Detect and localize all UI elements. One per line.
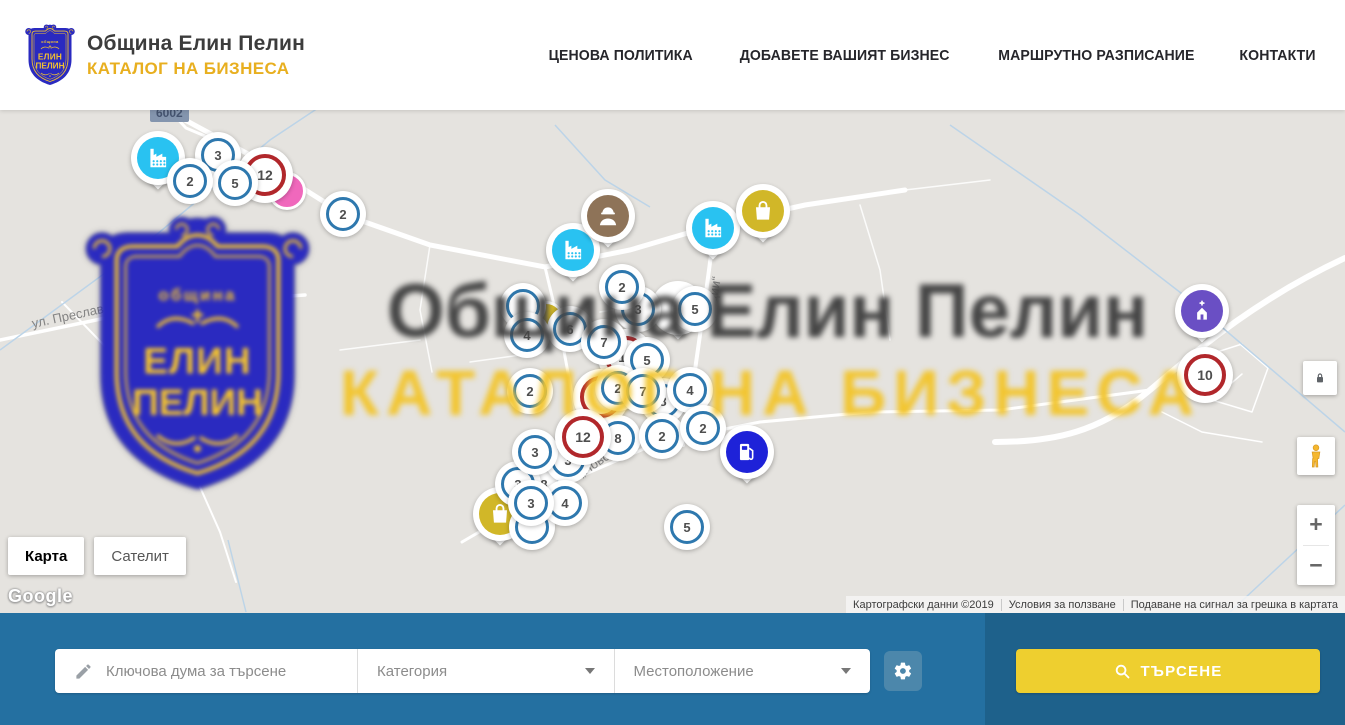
gear-icon: [893, 661, 913, 681]
location-select-value: Местоположение: [634, 663, 754, 680]
attribution-link[interactable]: Подаване на сигнал за грешка в картата: [1123, 599, 1345, 611]
cluster-count: 5: [678, 292, 712, 326]
nav-item-3[interactable]: МАРШРУТНО РАЗПИСАНИЕ: [999, 47, 1195, 64]
pegman-icon: [1305, 443, 1327, 469]
cluster-count: 3: [518, 435, 552, 469]
category-select[interactable]: Категория: [357, 649, 614, 693]
lock-button[interactable]: [1303, 361, 1337, 395]
worker-icon: [587, 195, 629, 237]
municipality-crest-icon: община ЕЛИН ПЕЛИН: [25, 24, 75, 87]
search-group: Категория Местоположение: [55, 649, 870, 693]
location-select[interactable]: Местоположение: [614, 649, 871, 693]
map-canvas[interactable]: 6002 ул. Преславбул. „Новоселции“ 833343…: [0, 110, 1345, 613]
chevron-down-icon: [841, 668, 851, 674]
site-subtitle: КАТАЛОГ НА БИЗНЕСА: [87, 59, 305, 79]
site-title-block: Община Елин Пелин КАТАЛОГ НА БИЗНЕСА: [87, 32, 305, 79]
zoom-out-button[interactable]: −: [1297, 546, 1335, 586]
cluster-count: 7: [626, 374, 660, 408]
cluster-marker[interactable]: 2: [639, 413, 685, 459]
map-attribution: Картографски данни ©2019Условия за ползв…: [846, 596, 1345, 613]
site-title: Община Елин Пелин: [87, 32, 305, 56]
svg-text:община: община: [41, 40, 59, 44]
keyword-field-wrap: [55, 649, 357, 693]
cluster-marker[interactable]: 10: [1177, 347, 1233, 403]
cluster-marker[interactable]: 7: [581, 319, 627, 365]
keyword-search-input[interactable]: [106, 663, 345, 680]
cluster-marker[interactable]: 2: [167, 158, 213, 204]
search-icon: [1114, 663, 1131, 680]
cluster-count: 5: [218, 166, 252, 200]
map-type-button-satellite[interactable]: Сателит: [94, 537, 186, 575]
header: община ЕЛИН ПЕЛИН Община Елин Пелин КАТА…: [0, 0, 1345, 110]
main-nav: ЦЕНОВА ПОЛИТИКА ДОБАВЕТЕ ВАШИЯТ БИЗНЕС МАР…: [544, 47, 1320, 64]
marker-pin-church[interactable]: [1175, 284, 1229, 338]
cluster-count: 12: [562, 416, 604, 458]
cluster-count: 2: [513, 374, 547, 408]
attribution-link[interactable]: Условия за ползване: [1001, 599, 1123, 611]
marker-pin-fuel[interactable]: [720, 425, 774, 479]
marker-pin-bag[interactable]: [736, 184, 790, 238]
shopping-bag-icon: [742, 190, 784, 232]
church-icon: [1181, 290, 1223, 332]
cluster-count: 5: [670, 510, 704, 544]
fuel-pump-icon: [726, 431, 768, 473]
marker-pin-factory[interactable]: [686, 201, 740, 255]
cluster-count: 10: [1184, 354, 1226, 396]
attribution-text: Картографски данни ©2019: [846, 599, 1001, 611]
cluster-count: 2: [326, 197, 360, 231]
cluster-marker[interactable]: 5: [664, 504, 710, 550]
cluster-marker[interactable]: 5: [672, 286, 718, 332]
markers-layer: 8333436432513752874281222531252210: [0, 110, 1345, 613]
chevron-down-icon: [585, 668, 595, 674]
search-button-label: ТЪРСЕНЕ: [1141, 663, 1223, 680]
nav-item-1[interactable]: ЦЕНОВА ПОЛИТИКА: [548, 47, 692, 64]
cluster-count: 3: [514, 486, 548, 520]
map-type-control: Карта Сателит: [8, 537, 186, 575]
factory-icon: [692, 207, 734, 249]
cluster-marker[interactable]: 2: [507, 368, 553, 414]
google-logo[interactable]: Google: [8, 586, 73, 607]
cluster-marker[interactable]: 7: [620, 368, 666, 414]
cluster-marker[interactable]: 12: [555, 409, 611, 465]
marker-pin-worker[interactable]: [581, 189, 635, 243]
svg-text:ЕЛИН: ЕЛИН: [38, 52, 62, 61]
cluster-marker[interactable]: 2: [680, 405, 726, 451]
cluster-count: 2: [686, 411, 720, 445]
cluster-marker[interactable]: 5: [212, 160, 258, 206]
zoom-in-button[interactable]: +: [1297, 505, 1335, 545]
cluster-count: 2: [605, 270, 639, 304]
lock-icon: [1312, 370, 1328, 386]
search-bar: Категория Местоположение ТЪРСЕНЕ: [0, 613, 1345, 725]
cluster-marker[interactable]: 2: [320, 191, 366, 237]
cluster-count: 2: [645, 419, 679, 453]
nav-item-4[interactable]: КОНТАКТИ: [1239, 47, 1315, 64]
svg-text:ПЕЛИН: ПЕЛИН: [35, 61, 64, 70]
pencil-icon: [74, 662, 93, 681]
cluster-marker[interactable]: 3: [512, 429, 558, 475]
cluster-count: 4: [510, 318, 544, 352]
cluster-marker[interactable]: 4: [504, 312, 550, 358]
site-logo[interactable]: община ЕЛИН ПЕЛИН: [25, 24, 75, 87]
cluster-marker[interactable]: 2: [599, 264, 645, 310]
zoom-control: + −: [1297, 505, 1335, 585]
cluster-marker[interactable]: 3: [508, 480, 554, 526]
search-button[interactable]: ТЪРСЕНЕ: [1016, 649, 1320, 693]
cluster-count: 4: [673, 373, 707, 407]
cluster-count: 2: [173, 164, 207, 198]
cluster-count: 7: [587, 325, 621, 359]
pegman-button[interactable]: [1297, 437, 1335, 475]
nav-item-2[interactable]: ДОБАВЕТЕ ВАШИЯТ БИЗНЕС: [740, 47, 950, 64]
category-select-value: Категория: [377, 663, 447, 680]
advanced-settings-button[interactable]: [884, 651, 922, 691]
map-type-button-map[interactable]: Карта: [8, 537, 84, 575]
